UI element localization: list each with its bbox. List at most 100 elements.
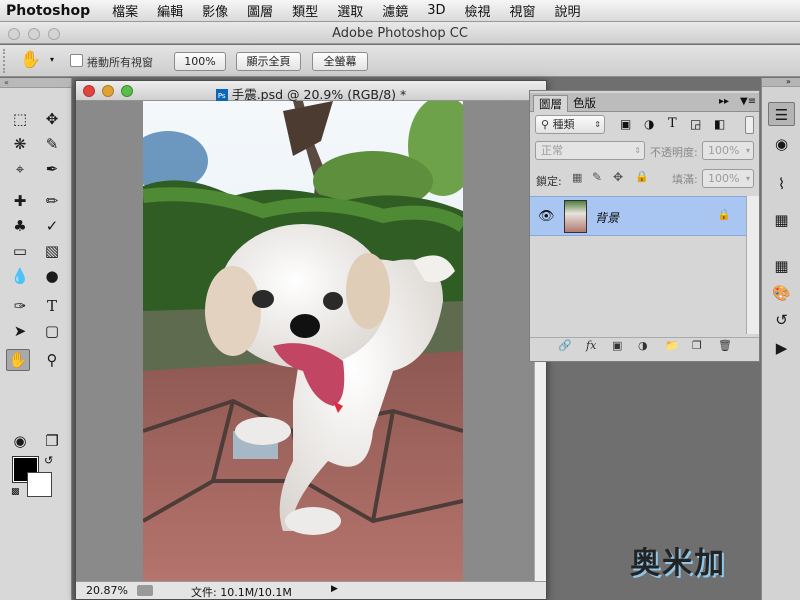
link-layers-icon[interactable]: 🔗 (558, 339, 572, 352)
visibility-eye-icon[interactable]: 👁 (538, 209, 555, 224)
lock-transparent-icon[interactable]: ▦ (572, 171, 582, 184)
dock-header[interactable]: » (762, 78, 800, 87)
layer-thumbnail (564, 200, 587, 233)
lock-label: 鎖定: (536, 175, 562, 188)
fill-label: 填滿: (672, 173, 698, 186)
history-brush-tool-icon[interactable]: ✓ (40, 215, 64, 237)
menu-select[interactable]: 選取 (337, 1, 363, 20)
shape-filter-icon[interactable]: ◲ (690, 117, 701, 131)
menu-type[interactable]: 類型 (292, 1, 318, 20)
menu-3d[interactable]: 3D (427, 3, 445, 18)
tools-panel: « ⬚ ✥ ❋ ✎ ⌖ ✒ ✚ ✏ ♣ ✓ ▭ ▧ 💧 ● ✑ T ➤ ▢ ✋ … (0, 78, 72, 600)
brush-tool-icon[interactable]: ✏ (40, 190, 64, 212)
menu-view[interactable]: 檢視 (465, 1, 491, 20)
image-filter-icon[interactable]: ▣ (620, 117, 631, 131)
healing-brush-tool-icon[interactable]: ✚ (8, 190, 32, 212)
type-filter-icon[interactable]: T (668, 116, 677, 131)
swatches-panel-icon[interactable]: ▦ (768, 254, 795, 278)
actions-panel-icon[interactable]: ▶ (768, 336, 795, 360)
gradient-tool-icon[interactable]: ▧ (40, 240, 64, 262)
tools-panel-header[interactable]: « (0, 78, 71, 88)
blend-mode-select[interactable]: 正常 ⇕ (535, 141, 645, 160)
history-panel-icon[interactable]: ↺ (768, 308, 795, 332)
chevron-down-icon[interactable]: ▾ (50, 55, 54, 64)
layers-panel-footer: 🔗 fx ▣ ◑ 📁 ❐ 🗑 (530, 337, 759, 355)
default-colors-icon[interactable]: ▩ (11, 487, 20, 497)
dodge-tool-icon[interactable]: ● (40, 265, 64, 287)
crop-tool-icon[interactable]: ⌖ (8, 158, 32, 180)
menu-window[interactable]: 視窗 (510, 1, 536, 20)
canvas-photo[interactable] (143, 101, 463, 582)
layers-scrollbar[interactable] (746, 196, 759, 334)
3d-panel-icon[interactable]: ▦ (768, 208, 795, 232)
channels-panel-icon[interactable]: ◉ (768, 132, 795, 156)
type-tool-icon[interactable]: T (40, 295, 64, 317)
layer-name[interactable]: 背景 (595, 209, 619, 226)
paths-panel-icon[interactable]: ⌇ (768, 172, 795, 196)
fill-screen-button[interactable]: 全螢幕 (312, 52, 368, 71)
adjustment-filter-icon[interactable]: ◑ (644, 117, 654, 131)
filter-type-label: 種類 (552, 118, 575, 131)
rectangle-tool-icon[interactable]: ▢ (40, 320, 64, 342)
zoom-100-button[interactable]: 100% (174, 52, 226, 71)
new-layer-icon[interactable]: ❐ (692, 339, 702, 352)
tab-channels[interactable]: 色版 (568, 95, 601, 112)
eyedropper-tool-icon[interactable]: ✒ (40, 158, 64, 180)
eraser-tool-icon[interactable]: ▭ (8, 240, 32, 262)
fill-value: 100% (708, 172, 740, 185)
delete-layer-icon[interactable]: 🗑 (718, 339, 732, 352)
layer-style-icon[interactable]: fx (586, 339, 596, 352)
status-popup-arrow-icon[interactable]: ▶ (331, 584, 338, 594)
add-mask-icon[interactable]: ▣ (612, 339, 622, 352)
dog-photo-image (143, 101, 463, 582)
path-selection-tool-icon[interactable]: ➤ (8, 320, 32, 342)
marquee-tool-icon[interactable]: ⬚ (8, 108, 32, 130)
background-color-swatch[interactable] (27, 472, 52, 497)
options-bar: ✋ ▾ 捲動所有視窗 100% 顯示全頁 全螢幕 (0, 45, 800, 77)
lasso-tool-icon[interactable]: ❋ (8, 133, 32, 155)
new-adjustment-layer-icon[interactable]: ◑ (638, 339, 648, 352)
layers-panel-icon[interactable]: ☰ (768, 102, 795, 126)
blur-tool-icon[interactable]: 💧 (8, 265, 32, 287)
pen-tool-icon[interactable]: ✑ (8, 295, 32, 317)
scroll-all-windows-checkbox[interactable] (70, 54, 83, 67)
app-title-bar: Adobe Photoshop CC (0, 22, 800, 44)
menu-file[interactable]: 檔案 (112, 1, 138, 20)
zoom-tool-icon[interactable]: ⚲ (40, 349, 64, 371)
opacity-input[interactable]: 100% ▾ (702, 141, 754, 160)
panel-tab-bar: 圖層 色版 ▸▸ ▼≡ (530, 93, 759, 112)
document-title-bar[interactable]: Ps 手震.psd @ 20.9% (RGB/8) * (76, 81, 546, 103)
menu-help[interactable]: 說明 (555, 1, 581, 20)
hand-tool-preset-icon[interactable]: ✋ (20, 50, 41, 70)
lock-position-icon[interactable]: ✥ (613, 170, 623, 184)
lock-all-icon[interactable]: 🔒 (635, 170, 649, 183)
options-bar-grip[interactable] (3, 49, 9, 73)
menu-edit[interactable]: 編輯 (157, 1, 183, 20)
tab-layers[interactable]: 圖層 (533, 95, 568, 112)
menu-filter[interactable]: 濾鏡 (382, 1, 408, 20)
menu-layer[interactable]: 圖層 (247, 1, 273, 20)
new-group-icon[interactable]: 📁 (665, 339, 679, 352)
lock-image-icon[interactable]: ✎ (592, 170, 602, 184)
clone-stamp-tool-icon[interactable]: ♣ (8, 215, 32, 237)
hand-tool-icon[interactable]: ✋ (6, 349, 30, 371)
status-menu-icon[interactable] (137, 585, 153, 596)
filter-toggle-switch[interactable] (745, 116, 754, 134)
fit-screen-button[interactable]: 顯示全頁 (236, 52, 301, 71)
quick-mask-icon[interactable]: ◉ (8, 430, 32, 452)
app-menu[interactable]: Photoshop (6, 3, 90, 19)
zoom-level[interactable]: 20.87% (86, 584, 128, 597)
screen-mode-icon[interactable]: ❐ (40, 430, 64, 452)
filter-type-select[interactable]: ⚲ 種類 ⇕ (535, 115, 605, 134)
opacity-label: 不透明度: (650, 146, 698, 159)
fill-input[interactable]: 100% ▾ (702, 169, 754, 188)
menu-image[interactable]: 影像 (202, 1, 228, 20)
layer-row-background[interactable]: 👁 背景 🔒 (530, 196, 746, 236)
panel-menu-icon[interactable]: ▼≡ (740, 96, 756, 107)
move-tool-icon[interactable]: ✥ (40, 108, 64, 130)
smart-object-filter-icon[interactable]: ◧ (714, 117, 725, 131)
swap-colors-icon[interactable]: ↺ (44, 454, 53, 467)
color-panel-icon[interactable]: 🎨 (768, 281, 795, 305)
collapse-panel-icon[interactable]: ▸▸ (719, 96, 729, 107)
quick-selection-tool-icon[interactable]: ✎ (40, 133, 64, 155)
